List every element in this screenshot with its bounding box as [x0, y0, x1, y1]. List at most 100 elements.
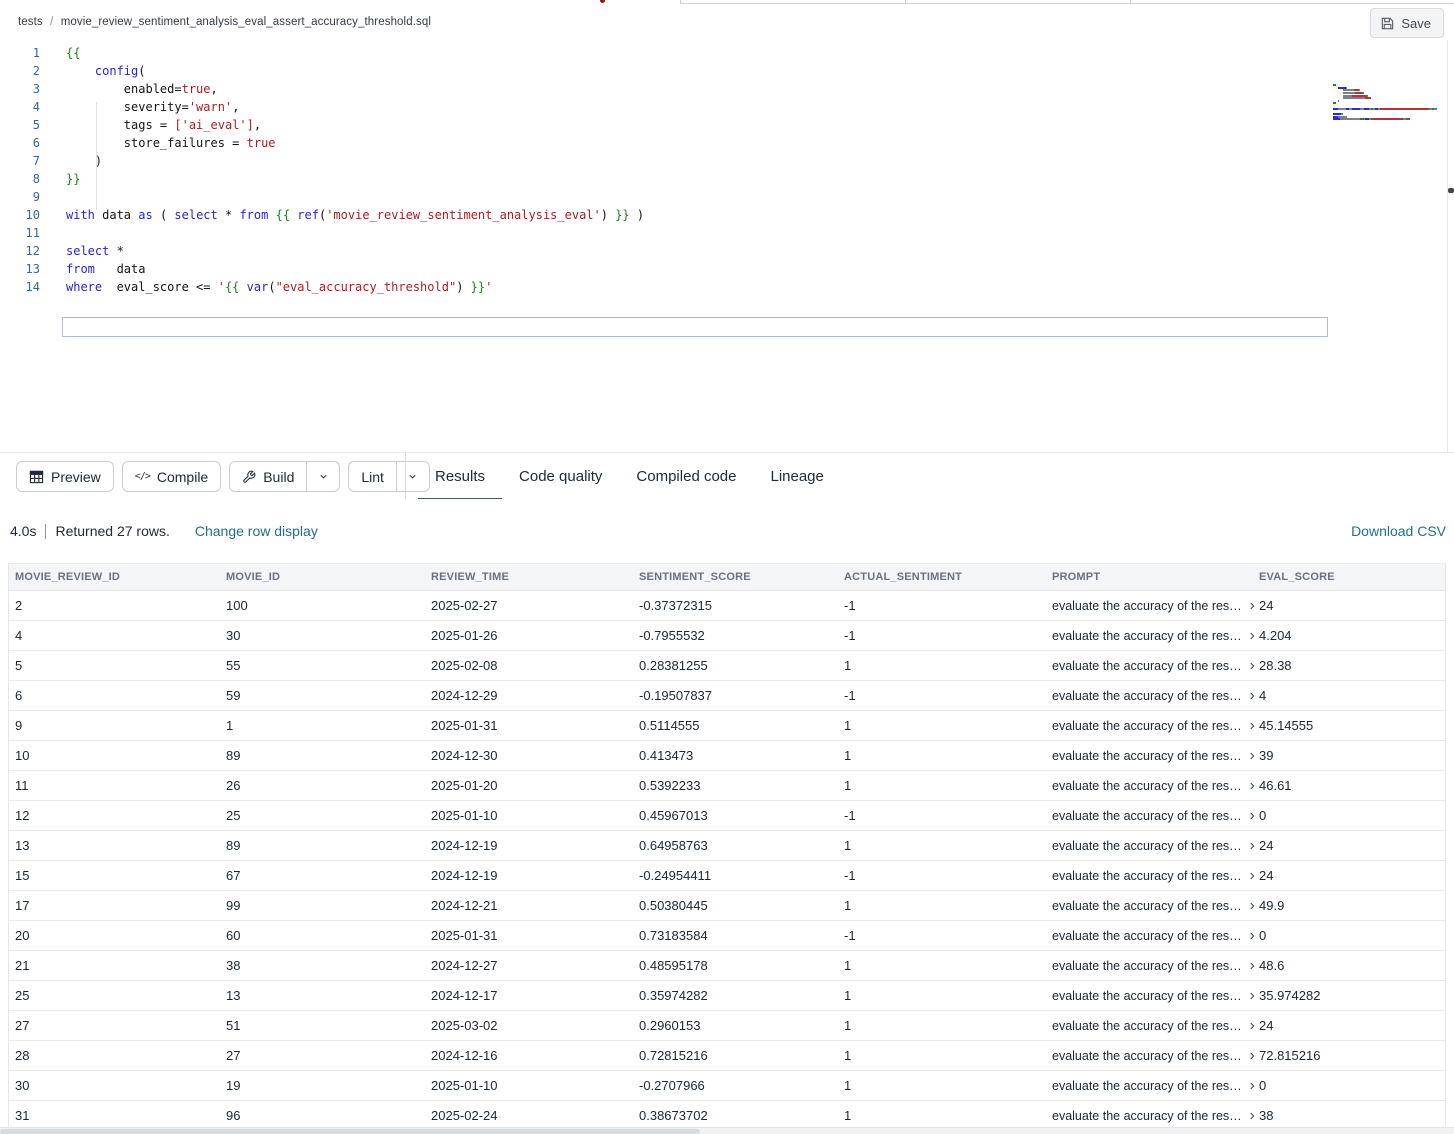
results-table[interactable]: MOVIE_REVIEW_IDMOVIE_IDREVIEW_TIMESENTIM… [8, 563, 1446, 1127]
tab-lineage[interactable]: Lineage [753, 453, 840, 500]
table-row: 12252025-01-100.45967013-1evaluate the a… [9, 801, 1445, 831]
line-number: 8 [0, 170, 40, 188]
table-row: 31962025-02-240.386737021evaluate the ac… [9, 1101, 1445, 1127]
table-cell: 27 [15, 1018, 226, 1033]
table-cell: -1 [844, 598, 1052, 613]
prompt-cell[interactable]: evaluate the accuracy of the res… [1052, 809, 1259, 823]
table-cell: 1 [844, 988, 1052, 1003]
file-header-bar: tests / movie_review_sentiment_analysis_… [0, 4, 1454, 41]
table-cell: -1 [844, 808, 1052, 823]
query-duration: 4.0s [10, 523, 36, 539]
prompt-cell[interactable]: evaluate the accuracy of the res… [1052, 749, 1259, 763]
expand-cell-icon[interactable] [1247, 931, 1257, 941]
expand-cell-icon[interactable] [1247, 811, 1257, 821]
prompt-cell[interactable]: evaluate the accuracy of the res… [1052, 719, 1259, 733]
horizontal-scrollbar[interactable] [0, 1127, 1454, 1134]
expand-cell-icon[interactable] [1247, 601, 1257, 611]
status-divider [45, 524, 46, 539]
expand-cell-icon[interactable] [1247, 1051, 1257, 1061]
table-cell: 28.38 [1259, 658, 1445, 673]
prompt-truncated-text: evaluate the accuracy of the res… [1052, 839, 1242, 853]
prompt-cell[interactable]: evaluate the accuracy of the res… [1052, 989, 1259, 1003]
expand-cell-icon[interactable] [1247, 1111, 1257, 1121]
prompt-cell[interactable]: evaluate the accuracy of the res… [1052, 629, 1259, 643]
line-number: 7 [0, 152, 40, 170]
expand-cell-icon[interactable] [1247, 871, 1257, 881]
tab-results[interactable]: Results [418, 453, 502, 500]
expand-cell-icon[interactable] [1247, 631, 1257, 641]
prompt-cell[interactable]: evaluate the accuracy of the res… [1052, 659, 1259, 673]
prompt-cell[interactable]: evaluate the accuracy of the res… [1052, 959, 1259, 973]
table-cell: 2024-12-29 [431, 688, 639, 703]
prompt-cell[interactable]: evaluate the accuracy of the res… [1052, 1079, 1259, 1093]
table-cell: 30 [226, 628, 431, 643]
table-cell: 55 [226, 658, 431, 673]
editor-scrollbar-track [1447, 40, 1448, 452]
expand-cell-icon[interactable] [1247, 901, 1257, 911]
prompt-cell[interactable]: evaluate the accuracy of the res… [1052, 1019, 1259, 1033]
table-cell: 2 [15, 598, 226, 613]
table-cell: 6 [15, 688, 226, 703]
expand-cell-icon[interactable] [1247, 751, 1257, 761]
build-button[interactable]: Build [230, 462, 306, 491]
prompt-cell[interactable]: evaluate the accuracy of the res… [1052, 599, 1259, 613]
table-cell: 26 [226, 778, 431, 793]
minimap[interactable] [1333, 84, 1445, 121]
prompt-cell[interactable]: evaluate the accuracy of the res… [1052, 779, 1259, 793]
table-row: 11262025-01-200.53922331evaluate the acc… [9, 771, 1445, 801]
line-number: 5 [0, 116, 40, 134]
table-cell: 1 [844, 718, 1052, 733]
lint-button[interactable]: Lint [349, 462, 396, 491]
preview-button[interactable]: Preview [16, 461, 114, 492]
table-cell: 46.61 [1259, 778, 1445, 793]
table-cell: 17 [15, 898, 226, 913]
table-cell: -1 [844, 928, 1052, 943]
compile-button[interactable]: </> Compile [122, 461, 221, 492]
horizontal-scrollbar-thumb[interactable] [0, 1129, 700, 1134]
prompt-cell[interactable]: evaluate the accuracy of the res… [1052, 929, 1259, 943]
table-cell: 2025-02-08 [431, 658, 639, 673]
table-cell: 1 [844, 1108, 1052, 1123]
preview-button-label: Preview [51, 469, 101, 485]
prompt-cell[interactable]: evaluate the accuracy of the res… [1052, 869, 1259, 883]
prompt-truncated-text: evaluate the accuracy of the res… [1052, 719, 1242, 733]
prompt-cell[interactable]: evaluate the accuracy of the res… [1052, 839, 1259, 853]
change-row-display-link[interactable]: Change row display [195, 523, 318, 539]
prompt-cell[interactable]: evaluate the accuracy of the res… [1052, 689, 1259, 703]
table-cell: 35.974282 [1259, 988, 1445, 1003]
expand-cell-icon[interactable] [1247, 1021, 1257, 1031]
table-cell: 67 [226, 868, 431, 883]
expand-cell-icon[interactable] [1247, 781, 1257, 791]
prompt-cell[interactable]: evaluate the accuracy of the res… [1052, 1049, 1259, 1063]
build-dropdown-toggle[interactable] [306, 462, 339, 491]
expand-cell-icon[interactable] [1247, 691, 1257, 701]
code-lines: 1{{2 config(3 enabled=true,4 severity='w… [0, 44, 644, 296]
expand-cell-icon[interactable] [1247, 661, 1257, 671]
table-cell: 15 [15, 868, 226, 883]
table-cell: 31 [15, 1108, 226, 1123]
code-editor[interactable]: 1{{2 config(3 enabled=true,4 severity='w… [0, 40, 1454, 452]
prompt-truncated-text: evaluate the accuracy of the res… [1052, 599, 1242, 613]
expand-cell-icon[interactable] [1247, 991, 1257, 1001]
tab-compiled-code[interactable]: Compiled code [619, 453, 753, 500]
rows-returned-text: Returned 27 rows. [55, 523, 169, 539]
expand-cell-icon[interactable] [1247, 841, 1257, 851]
line-number: 2 [0, 62, 40, 80]
code-line: 12select * [0, 242, 644, 260]
expand-cell-icon[interactable] [1247, 961, 1257, 971]
code-line: 10with data as ( select * from {{ ref('m… [0, 206, 644, 224]
table-cell: 2025-01-20 [431, 778, 639, 793]
table-cell: 99 [226, 898, 431, 913]
download-csv-link[interactable]: Download CSV [1351, 523, 1446, 539]
expand-cell-icon[interactable] [1247, 1081, 1257, 1091]
editor-scrollbar-thumb[interactable] [1448, 188, 1454, 193]
tab-code-quality[interactable]: Code quality [502, 453, 619, 500]
prompt-cell[interactable]: evaluate the accuracy of the res… [1052, 1109, 1259, 1123]
bottom-panel-toolbar: Preview </> Compile Build Lint [0, 452, 1454, 500]
column-header-eval_score: EVAL_SCORE [1259, 571, 1445, 583]
build-wrench-icon [242, 470, 256, 484]
expand-cell-icon[interactable] [1247, 721, 1257, 731]
line-number: 11 [0, 224, 40, 242]
prompt-cell[interactable]: evaluate the accuracy of the res… [1052, 899, 1259, 913]
save-button[interactable]: Save [1370, 8, 1444, 38]
